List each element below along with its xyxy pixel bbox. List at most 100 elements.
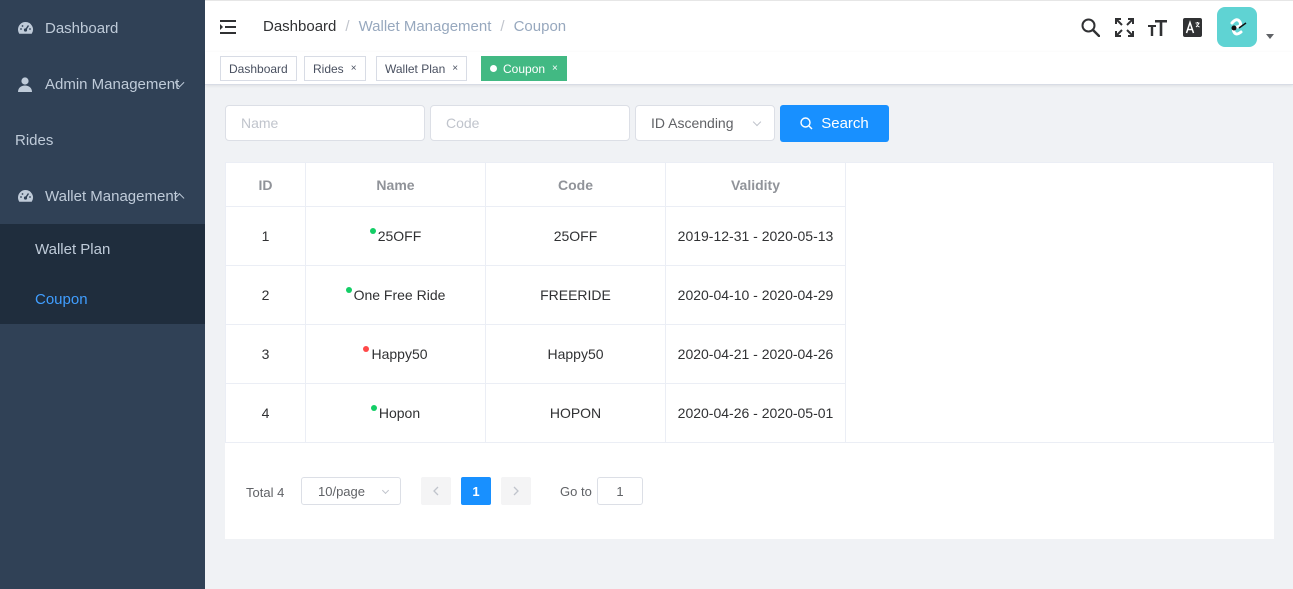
wallet-submenu: Wallet Plan Coupon [0,224,205,324]
table-row: 2 One Free Ride FREERIDE 2020-04-10 - 2020-… [225,265,846,325]
coupon-name: 25OFF [369,228,422,244]
table-empty-area [845,162,1274,443]
search-icon [800,117,813,130]
sidebar-item-label: Wallet Plan [35,240,111,258]
page-size-value: 10/page [318,483,365,499]
breadcrumb-dashboard[interactable]: Dashboard [263,18,336,35]
sidebar-item-label: Dashboard [45,19,119,37]
cell-id: 3 [225,324,306,384]
sidebar-item-wallet-management[interactable]: Wallet Management [0,168,205,224]
name-filter-input[interactable] [225,105,425,141]
sidebar-item-label: Admin Management [45,75,180,93]
cell-code: 25OFF [485,206,666,266]
goto-page-input[interactable] [597,477,643,505]
column-header-name[interactable]: Name [305,162,486,207]
sort-select-value: ID Ascending [651,115,734,131]
coupon-name-text: Happy50 [371,346,428,362]
fullscreen-icon[interactable] [1107,7,1141,47]
cell-name: 25OFF [305,206,486,266]
table-row: 3 Happy50 Happy50 2020-04-21 - 2020-04-26 [225,324,846,384]
table-row: 1 25OFF 25OFF 2019-12-31 - 2020-05-13 [225,206,846,266]
pagination: Total 4 10/page 1 Go to [246,477,643,507]
close-icon[interactable]: × [351,63,357,74]
coupon-name-text: Hopon [378,405,421,421]
sidebar: Dashboard Admin Management Rides Wallet … [0,0,205,589]
chevron-right-icon [513,486,519,496]
cell-code: FREERIDE [485,265,666,325]
tag-coupon[interactable]: Coupon × [481,56,567,81]
column-header-id[interactable]: ID [225,162,306,207]
menu-fold-icon [220,19,236,34]
breadcrumb: Dashboard / Wallet Management / Coupon [263,18,566,35]
tag-label: Rides [313,61,344,76]
sidebar-item-wallet-plan[interactable]: Wallet Plan [0,224,205,274]
table-row: 4 Hopon HOPON 2020-04-26 - 2020-05-01 [225,383,846,443]
coupon-table: ID Name Code Validity 1 25OFF 25OFF 2019-12… [225,162,846,443]
dashboard-icon [15,19,35,37]
coupon-name: Happy50 [363,346,428,362]
status-dot-icon [363,346,370,352]
cell-name: Hopon [305,383,486,443]
tag-label: Dashboard [229,61,288,76]
translate-icon[interactable] [1175,7,1209,47]
column-header-validity[interactable]: Validity [665,162,846,207]
hamburger-button[interactable] [205,2,253,52]
next-page-button[interactable] [501,477,531,505]
right-menu [1073,1,1293,53]
breadcrumb-wallet-management: Wallet Management [358,18,492,35]
tag-wallet-plan[interactable]: Wallet Plan × [376,56,468,81]
sidebar-item-label: Wallet Management [45,187,178,205]
sidebar-item-dashboard[interactable]: Dashboard [0,0,205,56]
sidebar-item-label: Rides [15,131,54,149]
tags-view: Dashboard Rides × Wallet Plan × Coupon × [205,52,1293,85]
coupon-name: Hopon [370,405,421,421]
cell-code: Happy50 [485,324,666,384]
status-dot-icon [370,405,377,411]
tag-label: Wallet Plan [385,61,446,76]
breadcrumb-coupon: Coupon [513,18,567,35]
table-header-row: ID Name Code Validity [225,162,846,207]
search-button-label: Search [821,115,869,132]
sidebar-item-rides[interactable]: Rides [0,112,205,168]
cell-name: Happy50 [305,324,486,384]
chevron-left-icon [433,486,439,496]
code-filter-input[interactable] [430,105,630,141]
coupon-name: One Free Ride [345,287,446,303]
user-icon [15,75,35,93]
font-size-icon[interactable] [1141,7,1175,47]
close-icon[interactable]: × [452,63,458,74]
navbar: Dashboard / Wallet Management / Coupon [205,0,1293,52]
page-size-select[interactable]: 10/page [301,477,401,505]
cell-validity: 2020-04-21 - 2020-04-26 [665,324,846,384]
dashboard-icon [15,187,35,205]
status-dot-icon [345,287,352,293]
sort-select[interactable]: ID Ascending [635,105,775,141]
goto-label: Go to [560,484,592,499]
search-button[interactable]: Search [780,105,889,142]
coupon-name-text: One Free Ride [353,287,446,303]
avatar[interactable] [1217,7,1257,47]
sidebar-item-coupon[interactable]: Coupon [0,274,205,324]
cell-validity: 2019-12-31 - 2020-05-13 [665,206,846,266]
tag-rides[interactable]: Rides × [304,56,366,81]
chevron-down-icon [381,486,390,495]
tag-dashboard[interactable]: Dashboard [220,56,297,81]
breadcrumb-separator: / [500,18,505,35]
coupon-name-text: 25OFF [377,228,422,244]
close-icon[interactable]: × [552,63,558,74]
breadcrumb-separator: / [345,18,350,35]
cell-name: One Free Ride [305,265,486,325]
sidebar-item-label: Coupon [35,290,88,308]
sidebar-item-admin-management[interactable]: Admin Management [0,56,205,112]
cell-code: HOPON [485,383,666,443]
cell-validity: 2020-04-26 - 2020-05-01 [665,383,846,443]
page-number-1[interactable]: 1 [461,477,491,505]
prev-page-button[interactable] [421,477,451,505]
search-icon[interactable] [1073,7,1107,47]
tag-label: Coupon [503,61,546,76]
chevron-down-icon [752,117,762,127]
cell-validity: 2020-04-10 - 2020-04-29 [665,265,846,325]
coupon-table-card: ID Name Code Validity 1 25OFF 25OFF 2019-12… [225,162,1274,539]
column-header-code[interactable]: Code [485,162,666,207]
caret-down-icon[interactable] [1266,33,1274,39]
